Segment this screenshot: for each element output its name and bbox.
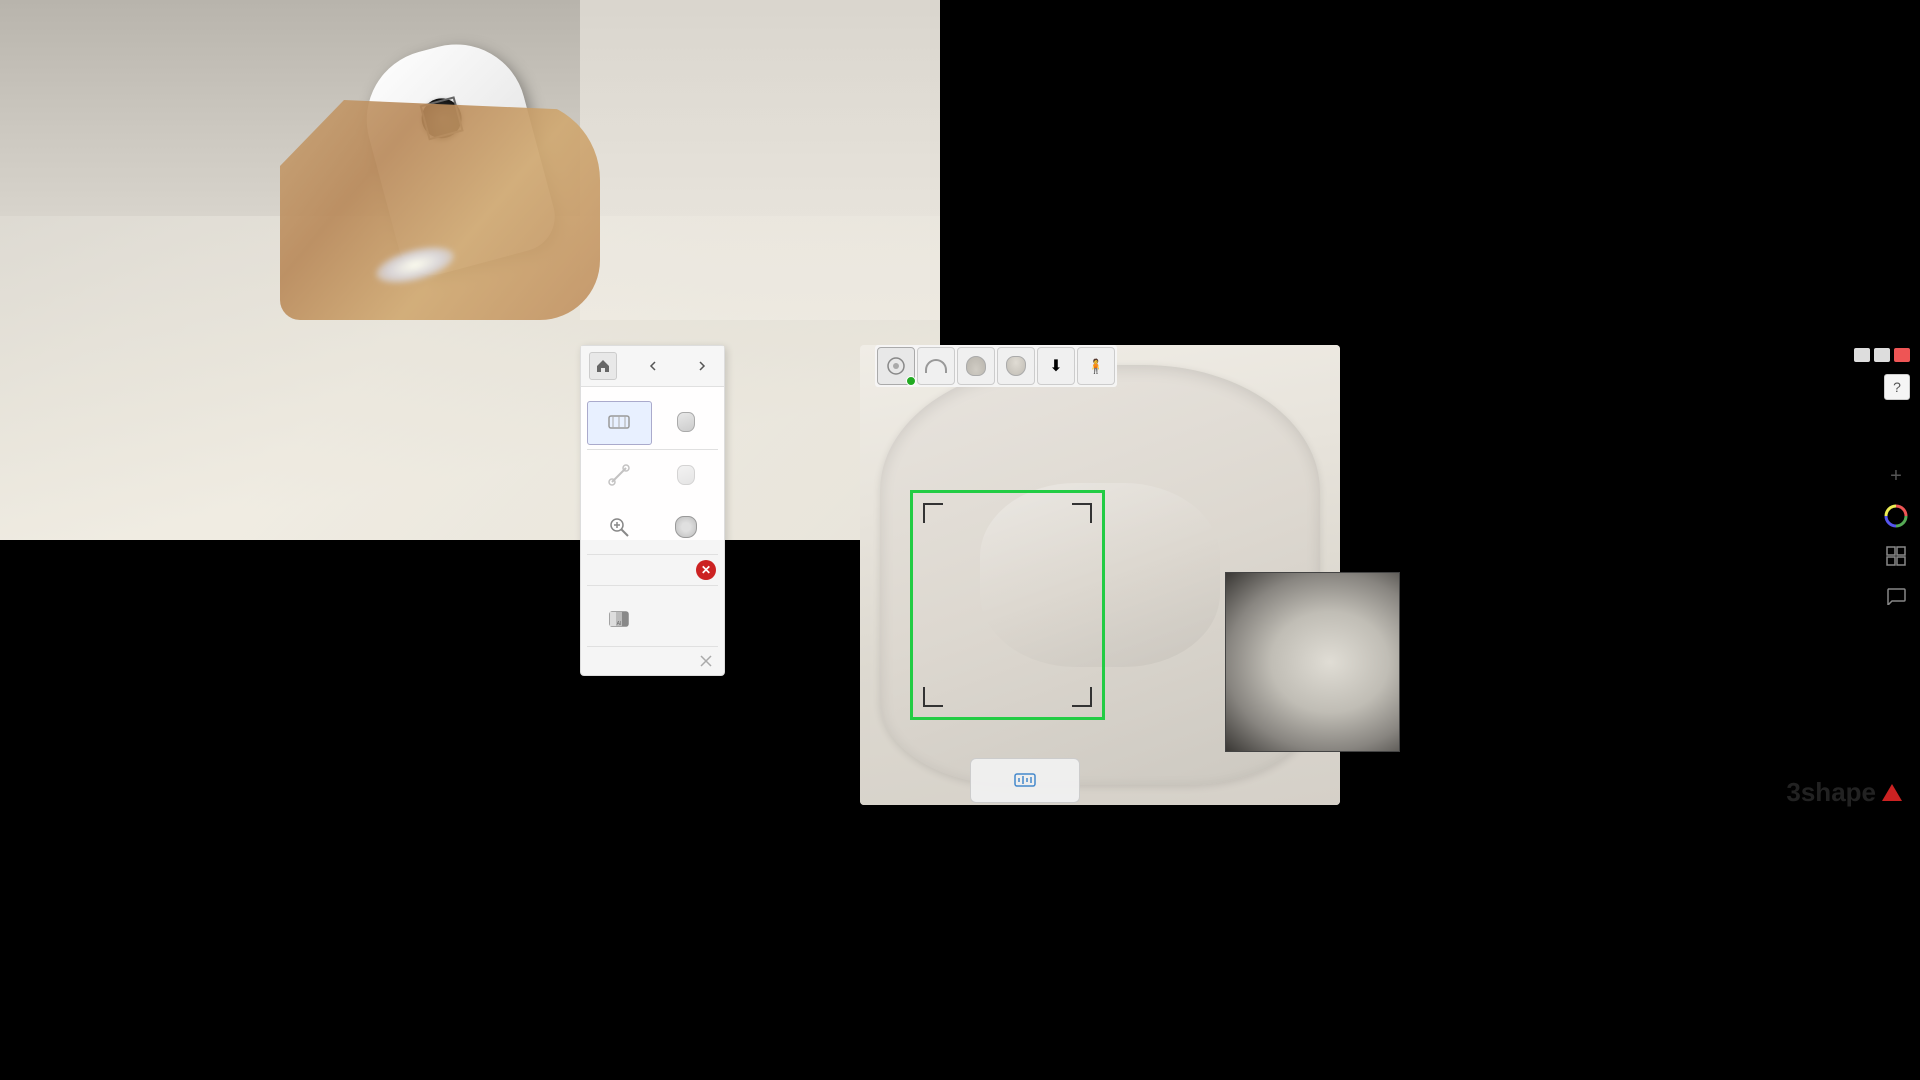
scan-title-label <box>581 387 724 397</box>
ai-scan-button[interactable] <box>970 758 1080 803</box>
scan-tools-section <box>581 397 724 449</box>
camera-feed <box>0 0 940 540</box>
add-icon[interactable]: + <box>1880 460 1912 492</box>
caries-aid-icon <box>672 408 700 436</box>
upper-jaw-icon[interactable] <box>957 347 995 385</box>
scanning-icon <box>605 408 633 436</box>
tools-close-icon[interactable] <box>696 651 716 671</box>
zoom-icon <box>605 513 633 541</box>
trim-icon <box>605 461 633 489</box>
scanning-tool-item[interactable] <box>587 401 652 445</box>
corner-tl <box>923 503 943 523</box>
corner-tr <box>1072 503 1092 523</box>
logo-triangle-icon <box>1882 784 1902 801</box>
lock-surface-icon <box>672 461 700 489</box>
grid-icon[interactable] <box>1880 540 1912 572</box>
hd-photo-item[interactable] <box>654 506 719 550</box>
hd-photo-icon <box>672 513 700 541</box>
caries-aid-item[interactable] <box>654 401 719 445</box>
scan-menu-header <box>581 346 724 387</box>
back-button[interactable] <box>639 352 667 380</box>
clear-scan-close-icon[interactable]: ✕ <box>696 560 716 580</box>
scan-rectangle <box>910 490 1105 720</box>
lock-surface-item[interactable] <box>654 454 719 498</box>
zoom-item[interactable] <box>587 506 652 550</box>
shades-item[interactable]: AI <box>587 598 652 642</box>
view-tools-section <box>581 502 724 554</box>
minimize-button[interactable] <box>1854 348 1870 362</box>
shades-icon: AI <box>605 605 633 633</box>
svg-text:AI: AI <box>617 621 622 627</box>
edit-tools-section <box>581 450 724 502</box>
home-button[interactable] <box>589 352 617 380</box>
maximize-button[interactable] <box>1874 348 1890 362</box>
next-button[interactable] <box>688 352 716 380</box>
clear-scan-row: ✕ <box>581 555 724 585</box>
tools-row <box>581 647 724 675</box>
close-button[interactable] <box>1894 348 1910 362</box>
logo-text: 3shape <box>1786 777 1876 808</box>
color-wheel-icon[interactable] <box>1880 500 1912 532</box>
corner-br <box>1072 687 1092 707</box>
analysis-section: AI <box>581 594 724 646</box>
analysis-section-title <box>581 586 724 594</box>
scan-menu-panel: ✕ AI <box>580 345 725 676</box>
lower-jaw-icon[interactable] <box>997 347 1035 385</box>
scan-toolbar-icon[interactable] <box>877 347 915 385</box>
corner-bl <box>923 687 943 707</box>
tooth-arch-toolbar-icon[interactable] <box>917 347 955 385</box>
trim-item[interactable] <box>587 454 652 498</box>
person-toolbar-icon[interactable]: ⬇ <box>1037 347 1075 385</box>
bottom-black-area <box>0 540 580 1080</box>
logo-3shape: 3shape <box>1786 777 1902 808</box>
live-camera-inset <box>1225 572 1400 752</box>
figure-toolbar-icon[interactable]: 🧍 <box>1077 347 1115 385</box>
help-icon[interactable]: ? <box>1884 374 1910 400</box>
message-icon[interactable] <box>1880 580 1912 612</box>
